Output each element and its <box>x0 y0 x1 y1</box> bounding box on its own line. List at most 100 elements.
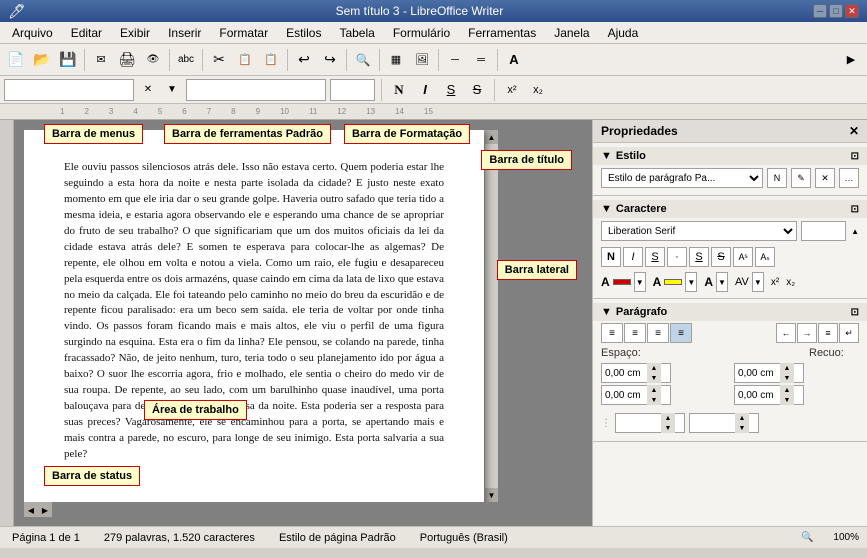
strikethrough-button[interactable]: S <box>466 79 488 101</box>
font-color-swatch[interactable] <box>613 279 631 285</box>
panel-bold-btn[interactable]: N <box>601 247 621 267</box>
align-center-btn[interactable]: ≡ <box>624 323 646 343</box>
space-above-input[interactable]: ▲ ▼ <box>601 363 671 383</box>
menu-formulario[interactable]: Formulário <box>385 24 458 42</box>
panel-close-btn[interactable]: ✕ <box>849 124 859 138</box>
para-style-select[interactable]: Estilo de parágrafo Pa... <box>601 168 763 188</box>
indent-left-up[interactable]: ▲ <box>780 363 794 373</box>
character-section-header[interactable]: ▼ Caractere ⊡ <box>593 200 867 218</box>
align-justify-btn[interactable]: ≡ <box>670 323 692 343</box>
document-area[interactable]: Barra de menus Barra de ferramentas Padr… <box>14 120 592 526</box>
new-doc-button[interactable]: 📄 <box>4 48 28 72</box>
save-button[interactable]: 💾 <box>56 48 80 72</box>
indent-decrease-btn[interactable]: ← <box>776 323 796 343</box>
space-below-up[interactable]: ▲ <box>647 385 661 395</box>
para-style-clear-button[interactable]: ✕ <box>138 79 158 101</box>
para-style-more-button[interactable]: ▼ <box>162 79 182 101</box>
style-edit-btn[interactable]: ✎ <box>791 168 811 188</box>
horizontal-scrollbar[interactable]: ◀ ▶ <box>24 502 52 516</box>
toggle-sidebar-button[interactable]: ▶ <box>839 48 863 72</box>
dline-button[interactable]: ═ <box>469 48 493 72</box>
email-button[interactable]: ✉ <box>89 48 113 72</box>
menu-arquivo[interactable]: Arquivo <box>4 24 61 42</box>
panel-italic-btn[interactable]: I <box>623 247 643 267</box>
indent-left-down[interactable]: ▼ <box>780 373 794 383</box>
font-name-input[interactable]: Liberation Serif <box>186 79 326 101</box>
zoom-icon[interactable]: 🔍 <box>801 532 813 543</box>
align-right-btn[interactable]: ≡ <box>647 323 669 343</box>
indent-right-input[interactable]: ▲ ▼ <box>734 385 804 405</box>
menu-tabela[interactable]: Tabela <box>331 24 382 42</box>
vertical-scrollbar[interactable]: ▲ ▼ <box>484 130 498 502</box>
indent-increase-btn[interactable]: → <box>797 323 817 343</box>
char-expand-icon[interactable]: ⊡ <box>851 204 859 215</box>
italic-button[interactable]: I <box>414 79 436 101</box>
align-left-btn[interactable]: ≡ <box>601 323 623 343</box>
panel-font-size-input[interactable]: 12 pt <box>801 221 846 241</box>
fontcolor-button[interactable]: A <box>502 48 526 72</box>
underline-button[interactable]: S <box>440 79 462 101</box>
open-button[interactable]: 📂 <box>30 48 54 72</box>
panel-strike-btn[interactable]: · <box>667 247 687 267</box>
document-page[interactable]: Ele ouviu passos silenciosos atrás dele.… <box>24 130 484 502</box>
paragraph-section-header[interactable]: ▼ Parágrafo ⊡ <box>593 303 867 321</box>
list-btn[interactable]: ≡ <box>818 323 838 343</box>
font-color-dropdown[interactable]: ▼ <box>634 272 646 292</box>
menu-formatar[interactable]: Formatar <box>211 24 276 42</box>
menu-editar[interactable]: Editar <box>63 24 110 42</box>
spacing-down[interactable]: ▼ <box>661 423 675 433</box>
menu-estilos[interactable]: Estilos <box>278 24 329 42</box>
panel-strike2-btn[interactable]: S <box>711 247 731 267</box>
style-expand-icon[interactable]: ⊡ <box>851 151 859 162</box>
para-expand-icon[interactable]: ⊡ <box>851 307 859 318</box>
spacing-dropdown[interactable]: ▼ <box>752 272 764 292</box>
panel-sub-btn[interactable]: Aₛ <box>755 247 775 267</box>
line-spacing-input[interactable]: ▲ ▼ <box>615 413 685 433</box>
spacing-up[interactable]: ▲ <box>661 413 675 423</box>
superscript-button[interactable]: x² <box>501 79 523 101</box>
find-button[interactable]: 🔍 <box>351 48 375 72</box>
redo-button[interactable]: ↪ <box>318 48 342 72</box>
preview-button[interactable]: 👁 <box>141 48 165 72</box>
panel-font-select[interactable]: Liberation Serif <box>601 221 797 241</box>
style-clear-btn[interactable]: ✕ <box>815 168 835 188</box>
first-indent-up[interactable]: ▲ <box>735 413 749 423</box>
panel-font-size-up[interactable]: ▲ <box>851 227 859 236</box>
border-dropdown[interactable]: ▼ <box>716 272 728 292</box>
space-above-down[interactable]: ▼ <box>647 373 661 383</box>
menu-inserir[interactable]: Inserir <box>160 24 209 42</box>
space-below-down[interactable]: ▼ <box>647 395 661 405</box>
image-button[interactable]: 🖼 <box>410 48 434 72</box>
undo-button[interactable]: ↩ <box>292 48 316 72</box>
style-section-header[interactable]: ▼ Estilo ⊡ <box>593 147 867 165</box>
close-button[interactable]: ✕ <box>845 4 859 18</box>
menu-janela[interactable]: Janela <box>546 24 597 42</box>
menu-ferramentas[interactable]: Ferramentas <box>460 24 544 42</box>
highlight-color-swatch[interactable] <box>664 279 682 285</box>
font-size-input[interactable]: 12 pt <box>330 79 375 101</box>
table-button[interactable]: ▦ <box>384 48 408 72</box>
first-indent-down[interactable]: ▼ <box>735 423 749 433</box>
print-button[interactable]: 🖨 <box>115 48 139 72</box>
indent-right-up[interactable]: ▲ <box>780 385 794 395</box>
indent-left-input[interactable]: ▲ ▼ <box>734 363 804 383</box>
document-text[interactable]: Ele ouviu passos silenciosos atrás dele.… <box>64 160 444 463</box>
bold-button[interactable]: N <box>388 79 410 101</box>
subscript-button[interactable]: x₂ <box>527 79 549 101</box>
menu-ajuda[interactable]: Ajuda <box>600 24 647 42</box>
style-more-btn[interactable]: … <box>839 168 859 188</box>
spellcheck-button[interactable]: abc <box>174 48 198 72</box>
highlight-color-dropdown[interactable]: ▼ <box>685 272 697 292</box>
space-above-up[interactable]: ▲ <box>647 363 661 373</box>
space-below-input[interactable]: ▲ ▼ <box>601 385 671 405</box>
menu-exibir[interactable]: Exibir <box>112 24 158 42</box>
panel-under2-btn[interactable]: S <box>689 247 709 267</box>
maximize-button[interactable]: □ <box>829 4 843 18</box>
left-scrollbar[interactable] <box>0 120 14 526</box>
cut-button[interactable]: ✂ <box>207 48 231 72</box>
style-new-btn[interactable]: N <box>767 168 787 188</box>
first-indent-input[interactable]: ▲ ▼ <box>689 413 759 433</box>
minimize-button[interactable]: ─ <box>813 4 827 18</box>
paste-button[interactable]: 📋 <box>259 48 283 72</box>
copy-button[interactable]: 📋 <box>233 48 257 72</box>
